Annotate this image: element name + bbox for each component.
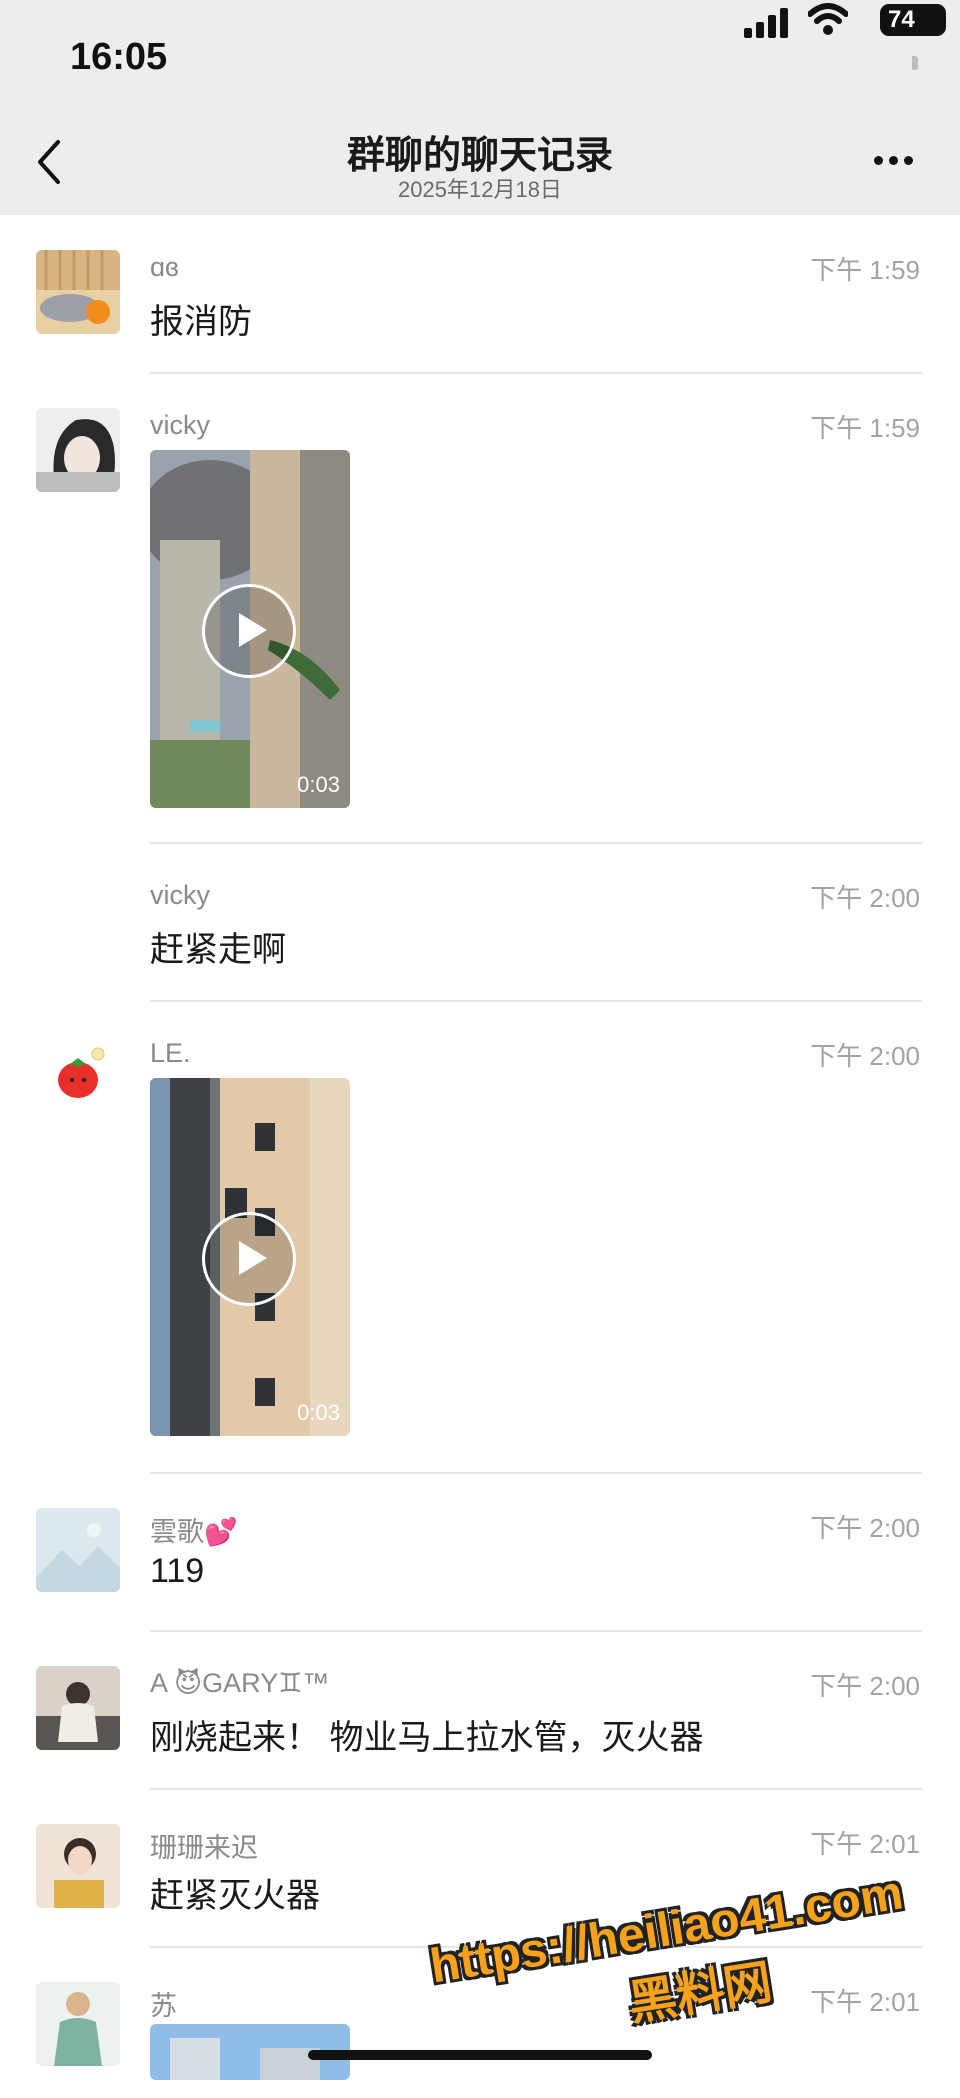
video-thumbnail[interactable]: 0:03	[150, 450, 350, 808]
video-thumbnail[interactable]: 0:03	[150, 1078, 350, 1436]
sender-name: vicky	[150, 410, 210, 440]
message-time: 下午 2:00	[810, 883, 920, 913]
avatar[interactable]	[36, 1982, 120, 2066]
divider	[150, 1000, 922, 1002]
avatar[interactable]	[36, 250, 120, 334]
page-subtitle: 2025年12月18日	[398, 177, 562, 202]
message-text[interactable]: 报消防	[150, 294, 252, 343]
sender-name: 苏	[150, 1991, 177, 2021]
battery-level: 74	[888, 6, 915, 33]
video-duration: 0:03	[297, 1400, 340, 1425]
message-text[interactable]: 赶紧灭火器	[150, 1868, 320, 1917]
divider	[150, 1788, 922, 1790]
play-icon[interactable]	[202, 1212, 296, 1306]
sender-name: 珊珊来迟	[150, 1833, 258, 1863]
divider	[150, 842, 922, 844]
avatar[interactable]	[36, 1508, 120, 1592]
signal-icon	[744, 8, 788, 38]
sender-name: 雲歌💕	[150, 1517, 238, 1547]
divider	[150, 1630, 922, 1632]
sender-name: ɑɞ	[150, 252, 179, 282]
home-indicator[interactable]	[308, 2050, 652, 2060]
divider	[150, 1472, 922, 1474]
more-icon[interactable]	[874, 152, 920, 166]
message-text[interactable]: 119	[150, 1552, 204, 1591]
video-duration: 0:03	[297, 772, 340, 797]
avatar[interactable]	[36, 1666, 120, 1750]
battery-cap	[912, 56, 918, 70]
avatar[interactable]	[36, 408, 120, 492]
message-time: 下午 2:00	[810, 1041, 920, 1071]
message-time: 下午 2:00	[810, 1671, 920, 1701]
status-time: 16:05	[70, 36, 168, 78]
message-time: 下午 2:00	[810, 1513, 920, 1543]
divider	[150, 372, 922, 374]
message-text[interactable]: 刚烧起来！ 物业马上拉水管，灭火器	[150, 1710, 703, 1759]
battery-icon: 74	[880, 4, 946, 36]
top-bar: 16:05 74 群聊的聊天记录 2025年12月18日	[0, 0, 960, 215]
page-title: 群聊的聊天记录	[346, 135, 613, 177]
message-time: 下午 2:01	[810, 1829, 920, 1859]
message-time: 下午 1:59	[810, 413, 920, 443]
wifi-icon	[808, 3, 848, 35]
avatar[interactable]	[36, 1824, 120, 1908]
message-text[interactable]: 赶紧走啊	[150, 922, 286, 971]
watermark: https://heiliao41.com 黑料网	[427, 1862, 946, 2098]
sender-name: LE.	[150, 1038, 191, 1068]
avatar[interactable]	[36, 1036, 120, 1120]
sender-name: vicky	[150, 880, 210, 910]
message-time: 下午 1:59	[810, 255, 920, 285]
sender-name: A 😈GARY♊™	[150, 1668, 330, 1698]
play-icon[interactable]	[202, 584, 296, 678]
